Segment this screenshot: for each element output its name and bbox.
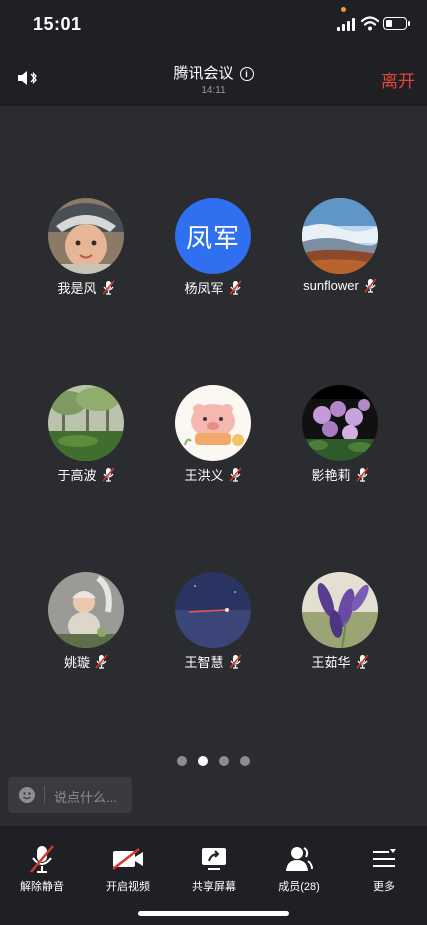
mic-muted-icon [101, 280, 115, 295]
signal-icon [337, 17, 355, 31]
unmute-label: 解除静音 [20, 881, 64, 893]
member-tile[interactable]: sunflower [265, 198, 415, 293]
members-button[interactable]: 成员(28) [257, 844, 341, 894]
share-screen-button[interactable]: 共享屏幕 [172, 844, 256, 894]
member-name: 影艳莉 [311, 468, 351, 483]
member-name: 王茹华 [311, 655, 351, 670]
mic-off-icon [30, 845, 54, 873]
chat-input[interactable]: 说点什么... [8, 777, 132, 813]
mic-muted-icon [228, 654, 242, 669]
more-menu-icon [373, 849, 396, 867]
wifi-icon [361, 16, 379, 31]
member-name: 王洪义 [184, 468, 224, 483]
avatar [302, 198, 378, 274]
member-name: sunflower [303, 278, 359, 293]
avatar-text: 凤军 [185, 222, 240, 253]
privacy-indicator-icon [341, 7, 346, 12]
member-name: 我是风 [57, 281, 97, 296]
members-label: 成员(28) [278, 881, 320, 893]
mic-muted-icon [364, 278, 377, 293]
camera-off-icon [112, 848, 143, 870]
member-tile[interactable]: 王茹华 [265, 572, 415, 671]
member-name: 姚璇 [63, 655, 90, 670]
avatar [302, 572, 378, 648]
mic-muted-icon [355, 654, 369, 669]
battery-icon [383, 17, 410, 30]
chat-divider [44, 786, 45, 804]
chat-placeholder: 说点什么... [54, 790, 117, 805]
member-tile[interactable]: 影艳莉 [265, 385, 415, 484]
emoji-icon[interactable] [19, 787, 35, 803]
page-dot[interactable] [219, 756, 229, 766]
avatar [302, 385, 378, 461]
avatar [48, 572, 124, 648]
avatar [48, 198, 124, 274]
more-button[interactable]: 更多 [342, 844, 426, 894]
mic-muted-icon [95, 654, 108, 669]
meeting-title[interactable]: 腾讯会议 i [0, 62, 427, 83]
mic-muted-icon [228, 467, 242, 482]
info-icon[interactable]: i [239, 67, 254, 81]
member-name: 王智慧 [184, 655, 224, 670]
page-dot[interactable] [240, 756, 250, 766]
start-video-label: 开启视频 [106, 881, 150, 893]
unmute-button[interactable]: 解除静音 [0, 844, 84, 894]
meeting-duration: 14:11 [201, 85, 226, 96]
meeting-title-text: 腾讯会议 [173, 65, 234, 82]
share-screen-label: 共享屏幕 [192, 881, 236, 893]
mic-muted-icon [228, 280, 242, 295]
home-indicator[interactable] [138, 911, 289, 916]
more-label: 更多 [373, 881, 395, 893]
members-icon [286, 847, 313, 871]
meeting-header: 腾讯会议 i 14:11 离开 [0, 50, 427, 106]
mic-muted-icon [101, 467, 115, 482]
status-time: 15:01 [33, 14, 82, 34]
avatar: 凤军 [175, 198, 251, 274]
status-bar: 15:01 [0, 0, 427, 50]
avatar [48, 385, 124, 461]
avatar [175, 385, 251, 461]
member-name: 杨凤军 [184, 281, 224, 296]
page-dot-active[interactable] [198, 756, 208, 766]
mic-muted-icon [355, 467, 369, 482]
member-name: 于高波 [57, 468, 97, 483]
share-screen-icon [202, 848, 226, 870]
start-video-button[interactable]: 开启视频 [86, 844, 170, 894]
leave-button[interactable]: 离开 [381, 67, 415, 92]
page-indicator[interactable] [0, 756, 427, 766]
avatar [175, 572, 251, 648]
page-dot[interactable] [177, 756, 187, 766]
